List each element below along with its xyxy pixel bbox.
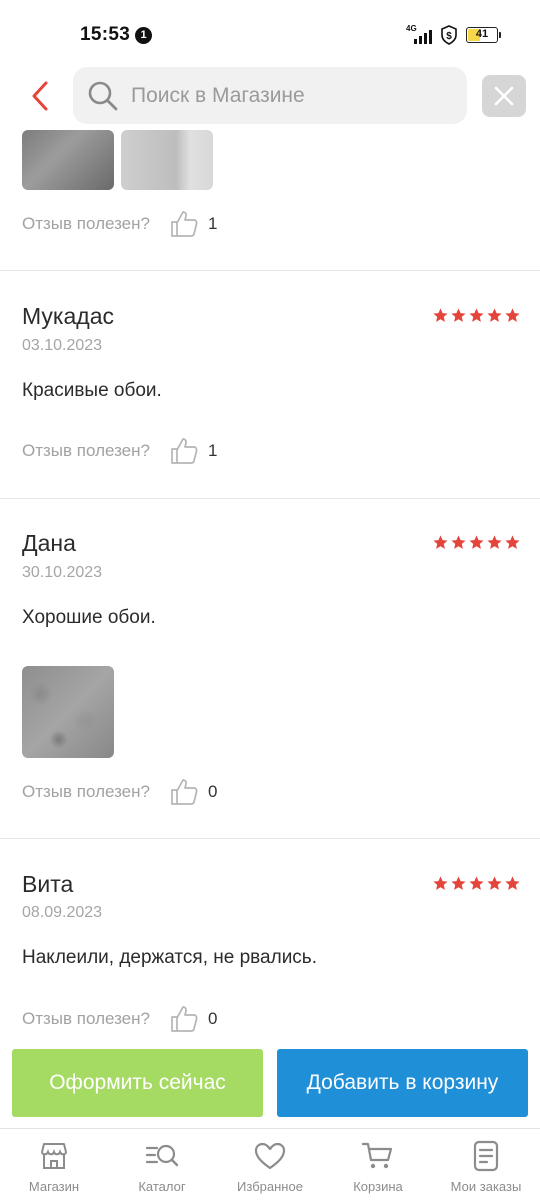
review-photo[interactable] [121,130,213,190]
bottom-nav: Магазин Каталог Избранное Корзина Мои за… [0,1128,540,1200]
review-text: Хорошие обои. [22,607,156,628]
nav-label: Мои заказы [450,1179,522,1194]
helpful-row: Отзыв полезен? 1 [22,434,217,468]
battery-level: 41 [475,28,489,40]
star-icon [451,876,466,890]
helpful-row: Отзыв полезен? 1 [22,207,217,241]
star-icon [469,535,484,549]
rating-stars [432,875,521,892]
like-button[interactable] [168,776,200,808]
add-to-cart-button[interactable]: Добавить в корзину [277,1049,528,1117]
nav-label: Корзина [353,1179,403,1194]
like-button[interactable] [168,1003,200,1035]
nav-label: Каталог [138,1179,186,1194]
review-text: Красивые обои. [22,380,162,401]
thumbs-up-icon [171,438,198,464]
reviewer-name: Дана [22,530,76,556]
svg-text:$: $ [446,31,452,42]
status-bar: 15:53 1 4G $ 41 [0,0,540,66]
status-icons: 4G $ 41 [406,24,501,45]
star-icon [451,535,466,549]
star-icon [469,876,484,890]
helpful-count: 0 [207,782,218,801]
chevron-left-icon [32,81,48,111]
rating-stars [432,307,521,324]
review-photo[interactable] [22,130,114,190]
helpful-label: Отзыв полезен? [22,214,150,233]
shield-dollar-icon: $ [441,25,457,45]
orders-icon [469,1139,503,1173]
search-header [0,66,540,126]
thumbs-up-icon [171,211,198,237]
review-date: 30.10.2023 [22,564,103,581]
divider [0,838,540,839]
star-icon [487,308,502,322]
star-icon [433,308,448,322]
helpful-count: 1 [207,214,218,233]
heart-icon [253,1139,287,1173]
nav-item-orders[interactable]: Мои заказы [432,1129,540,1200]
thumbs-up-icon [171,779,198,805]
back-button[interactable] [22,78,58,114]
nav-item-cart[interactable]: Корзина [324,1129,432,1200]
search-icon [88,81,118,111]
clear-search-button[interactable] [482,75,526,117]
rating-stars [432,534,521,551]
catalog-search-icon [145,1139,179,1173]
helpful-label: Отзыв полезен? [22,1009,150,1028]
star-icon [505,876,520,890]
nav-label: Магазин [28,1179,80,1194]
action-bar: Оформить сейчас Добавить в корзину [0,1048,540,1128]
helpful-count: 1 [207,441,218,460]
reviewer-name: Вита [22,871,74,897]
helpful-label: Отзыв полезен? [22,441,150,460]
store-icon [37,1139,71,1173]
search-box[interactable] [73,67,467,124]
nav-label: Избранное [237,1179,303,1194]
star-icon [487,535,502,549]
like-button[interactable] [168,435,200,467]
cart-icon [361,1139,395,1173]
review-date: 03.10.2023 [22,337,103,354]
star-icon [433,535,448,549]
reviews-list: Отзыв полезен? 1 Мукадас 03.10.2023 Крас… [0,130,540,1048]
star-icon [469,308,484,322]
divider [0,270,540,271]
review-date: 08.09.2023 [22,904,103,921]
star-icon [505,535,520,549]
nav-item-catalog[interactable]: Каталог [108,1129,216,1200]
divider [0,498,540,499]
helpful-row: Отзыв полезен? 0 [22,775,217,809]
helpful-label: Отзыв полезен? [22,782,150,801]
reviewer-name: Мукадас [22,303,114,329]
buy-now-button[interactable]: Оформить сейчас [12,1049,263,1117]
search-input[interactable] [131,67,451,124]
nav-item-favorites[interactable]: Избранное [216,1129,324,1200]
star-icon [487,876,502,890]
review-text: Наклеили, держатся, не рвались. [22,947,317,968]
like-button[interactable] [168,208,200,240]
star-icon [433,876,448,890]
helpful-row: Отзыв полезен? 0 [22,1002,217,1036]
helpful-count: 0 [207,1009,218,1028]
battery-icon: 41 [466,27,501,43]
star-icon [505,308,520,322]
status-time: 15:53 [80,24,131,45]
star-icon [451,308,466,322]
review-photo[interactable] [22,666,114,758]
nav-item-store[interactable]: Магазин [0,1129,108,1200]
close-icon [494,86,514,106]
thumbs-up-icon [171,1006,198,1032]
signal-icon: 4G [406,24,432,44]
notification-badge: 1 [135,27,152,44]
